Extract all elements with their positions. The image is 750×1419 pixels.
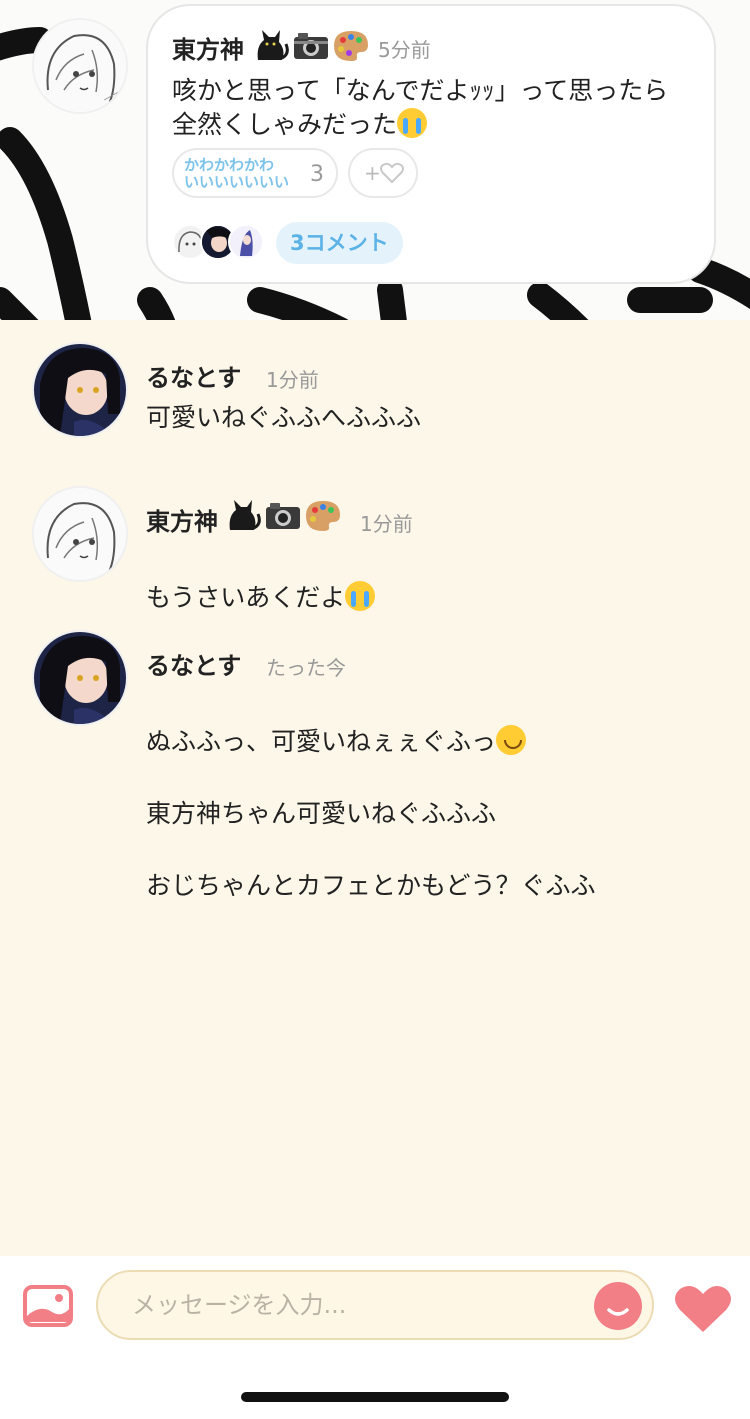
comment-time: 1分前 <box>266 368 319 392</box>
reaction-chip[interactable]: かわかわかわ いいいいいいい 3 <box>172 148 338 198</box>
commenter-avatars[interactable] <box>172 224 268 262</box>
sketch-girl-avatar-image <box>34 488 126 580</box>
dark-hair-girl-avatar-image <box>34 344 126 436</box>
comment-item: るなとす たった今 ぬふふっ、可愛いねぇぇぐふっ 東方神ちゃん可愛いねぐふふふ … <box>0 632 750 900</box>
comment-time: 1分前 <box>360 512 413 536</box>
post-body: 咳かと思って「なんでだよｯｯ」って思ったら 全然くしゃみだった <box>172 74 702 142</box>
loudly-crying-face-icon <box>397 108 428 138</box>
smile-face-icon <box>607 1308 629 1316</box>
post-area: 東方神 5分前 咳かと思って「なんでだよｯｯ」って思ったら 全然くしゃみだった … <box>0 0 750 320</box>
black-cat-icon <box>229 500 261 530</box>
comment-author-name[interactable]: るなとす <box>146 646 241 681</box>
comment-author-emojis <box>224 498 342 532</box>
commenter-avatar-purple <box>228 224 264 260</box>
comment-count-button[interactable]: 3コメント <box>276 222 403 264</box>
add-reaction-plus: + <box>364 161 381 185</box>
sketch-girl-avatar-image <box>34 20 126 112</box>
image-upload-icon[interactable] <box>22 1284 74 1328</box>
heart-outline-icon <box>380 162 404 184</box>
comment-text-line1: ぬふふっ、可愛いねぇぇぐふっ <box>146 727 497 756</box>
post-author-emojis <box>252 28 370 62</box>
commenter-avatar[interactable] <box>34 344 126 436</box>
camera-icon <box>294 33 328 59</box>
reaction-count: 3 <box>310 162 324 187</box>
heart-send-icon[interactable] <box>674 1284 732 1334</box>
comment-time: たった今 <box>266 656 346 680</box>
comment-text: もうさいあくだよ <box>146 544 376 616</box>
comment-author-name[interactable]: 東方神 <box>146 502 218 537</box>
comment-item: るなとす 1分前 可愛いねぐふふへふふふ <box>0 344 750 444</box>
dark-hair-girl-avatar-image <box>34 632 126 724</box>
reaction-stamp-label: かわかわかわ いいいいいいい <box>184 156 290 191</box>
camera-icon <box>266 503 300 529</box>
black-cat-icon <box>257 30 289 60</box>
stamp-button[interactable] <box>594 1282 642 1330</box>
comment-text-line3: おじちゃんとカフェとかもどう？ぐふふ <box>146 871 596 900</box>
loudly-crying-face-icon <box>345 581 376 611</box>
comment-text-body: もうさいあくだよ <box>146 583 346 612</box>
artist-palette-icon <box>334 31 368 61</box>
artist-palette-icon <box>306 501 340 531</box>
post-card[interactable]: 東方神 5分前 咳かと思って「なんでだよｯｯ」って思ったら 全然くしゃみだった … <box>146 4 716 284</box>
comment-text: 可愛いねぐふふへふふふ <box>146 403 422 432</box>
post-text-line1: 咳かと思って「なんでだよｯｯ」って思ったら <box>172 76 669 105</box>
post-author-avatar[interactable] <box>34 20 126 112</box>
add-reaction-button[interactable]: + <box>348 148 418 198</box>
slightly-smiling-face-icon <box>496 725 527 755</box>
post-time: 5分前 <box>378 38 431 62</box>
post-author-name[interactable]: 東方神 <box>172 30 244 65</box>
comment-author-name[interactable]: るなとす <box>146 358 241 393</box>
post-text-line2: 全然くしゃみだった <box>172 110 398 139</box>
comment-text-line2: 東方神ちゃん可愛いねぐふふふ <box>146 799 497 828</box>
home-indicator <box>241 1392 509 1402</box>
comment-item: 東方神 1分前 もうさいあくだよ <box>0 488 750 612</box>
comment-text: ぬふふっ、可愛いねぇぇぐふっ 東方神ちゃん可愛いねぐふふふ おじちゃんとカフェと… <box>146 688 596 940</box>
commenter-avatar[interactable] <box>34 632 126 724</box>
message-input[interactable] <box>96 1270 654 1340</box>
commenter-avatar[interactable] <box>34 488 126 580</box>
